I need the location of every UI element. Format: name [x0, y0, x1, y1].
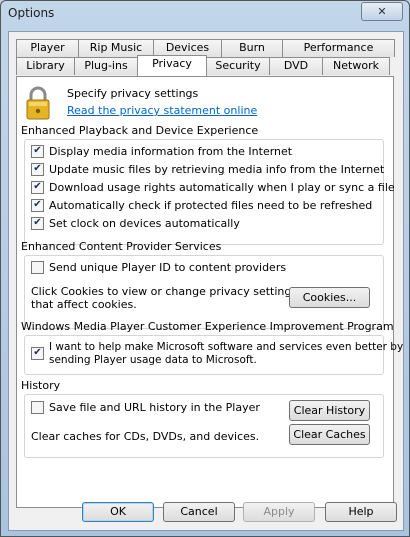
checkbox-save-history[interactable] — [31, 401, 44, 414]
option-download-usage-rights[interactable]: Download usage rights automatically when… — [31, 181, 395, 194]
checkbox-display-media-info[interactable] — [31, 145, 44, 158]
privacy-header-text: Specify privacy settings — [67, 87, 199, 100]
tab-library[interactable]: Library — [16, 57, 75, 75]
clear-history-button[interactable]: Clear History — [289, 400, 370, 421]
content-provider-group: Send unique Player ID to content provide… — [24, 255, 384, 329]
dialog-client-area: Player Rip Music Devices Burn Performanc… — [8, 31, 404, 531]
privacy-statement-link[interactable]: Read the privacy statement online — [67, 104, 257, 117]
tab-dvd[interactable]: DVD — [269, 57, 323, 75]
ok-button[interactable]: OK — [82, 502, 154, 522]
checkbox-check-protected-files[interactable] — [31, 199, 44, 212]
cookies-text-line2: that affect cookies. — [31, 298, 137, 311]
tab-privacy[interactable]: Privacy — [137, 55, 207, 76]
apply-button[interactable]: Apply — [243, 502, 315, 522]
ceip-group: I want to help make Microsoft software a… — [24, 335, 403, 375]
ceip-title: Windows Media Player Customer Experience… — [21, 320, 394, 333]
tab-plug-ins[interactable]: Plug-ins — [74, 57, 138, 75]
checkbox-download-usage-rights[interactable] — [31, 181, 44, 194]
checkbox-set-clock[interactable] — [31, 217, 44, 230]
option-save-history[interactable]: Save file and URL history in the Player — [31, 401, 260, 414]
close-icon: ✕ — [377, 5, 387, 18]
option-label: Send unique Player ID to content provide… — [49, 261, 287, 274]
enhanced-playback-title: Enhanced Playback and Device Experience — [21, 124, 259, 137]
option-label: Display media information from the Inter… — [49, 145, 293, 158]
checkbox-ceip[interactable] — [31, 347, 44, 360]
tab-security[interactable]: Security — [206, 57, 270, 75]
options-window: Options ✕ Player Rip Music Devices Burn … — [0, 0, 410, 537]
option-label: Automatically check if protected files n… — [49, 199, 373, 212]
option-label: Download usage rights automatically when… — [49, 181, 395, 194]
option-send-player-id[interactable]: Send unique Player ID to content provide… — [31, 261, 286, 274]
privacy-tab-panel: Specify privacy settings Read the privac… — [16, 76, 403, 508]
cancel-button[interactable]: Cancel — [163, 502, 235, 522]
tab-burn[interactable]: Burn — [221, 39, 283, 57]
padlock-icon — [26, 86, 50, 120]
tab-row-bottom: Library Plug-ins Privacy Security DVD Ne… — [16, 55, 390, 76]
option-ceip[interactable]: I want to help make Microsoft software a… — [31, 341, 403, 367]
checkbox-update-music-files[interactable] — [31, 163, 44, 176]
option-label: Update music files by retrieving media i… — [49, 163, 385, 176]
window-title: Options — [8, 6, 55, 20]
checkbox-send-player-id[interactable] — [31, 261, 44, 274]
clear-caches-button[interactable]: Clear Caches — [289, 424, 370, 445]
help-button[interactable]: Help — [325, 502, 397, 522]
option-check-protected-files[interactable]: Automatically check if protected files n… — [31, 199, 372, 212]
close-button[interactable]: ✕ — [361, 2, 403, 21]
ceip-line2: sending Player usage data to Microsoft. — [49, 354, 257, 366]
cookies-button[interactable]: Cookies... — [289, 287, 370, 308]
option-set-clock[interactable]: Set clock on devices automatically — [31, 217, 240, 230]
cookies-text-line1: Click Cookies to view or change privacy … — [31, 285, 298, 298]
tab-performance[interactable]: Performance — [282, 39, 395, 57]
content-provider-title: Enhanced Content Provider Services — [21, 240, 222, 253]
dialog-button-bar: OK Cancel Apply Help — [9, 496, 403, 530]
option-display-media-info[interactable]: Display media information from the Inter… — [31, 145, 292, 158]
option-label: Save file and URL history in the Player — [49, 401, 260, 414]
tab-player[interactable]: Player — [16, 39, 79, 57]
clear-caches-text: Clear caches for CDs, DVDs, and devices. — [31, 430, 260, 443]
history-title: History — [21, 379, 61, 392]
option-update-music-files[interactable]: Update music files by retrieving media i… — [31, 163, 384, 176]
history-group: Save file and URL history in the Player … — [24, 394, 384, 458]
option-label: Set clock on devices automatically — [49, 217, 240, 230]
tab-network[interactable]: Network — [322, 57, 390, 75]
enhanced-playback-group: Display media information from the Inter… — [24, 139, 395, 245]
ceip-line1: I want to help make Microsoft software a… — [49, 341, 404, 353]
